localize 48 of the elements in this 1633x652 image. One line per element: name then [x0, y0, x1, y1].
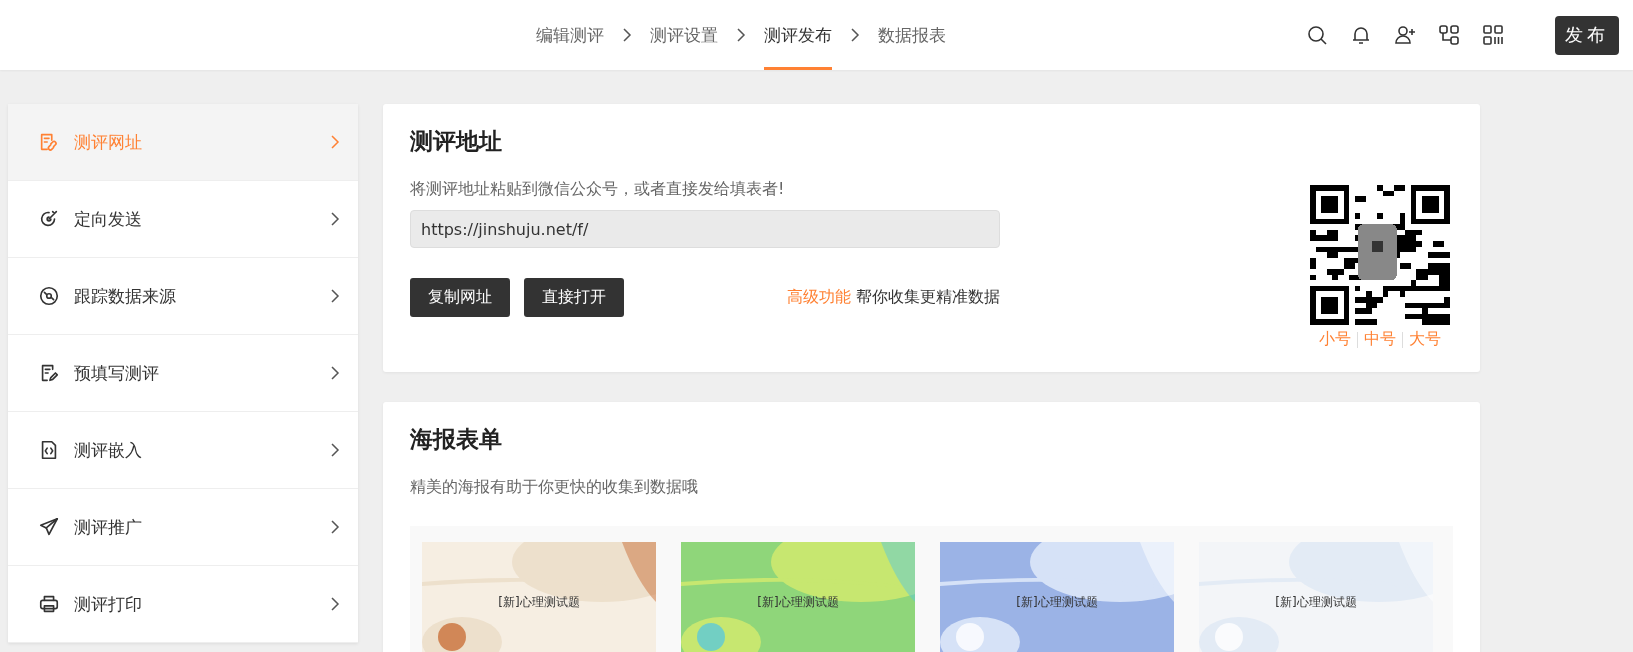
step-tab[interactable]: 编辑测评 [536, 0, 604, 70]
step-tab[interactable]: 测评发布 [764, 0, 832, 70]
compass-icon [38, 285, 60, 307]
poster-title: [新]心理测试题 [497, 594, 581, 611]
chevron-right-icon [330, 365, 340, 381]
hint-text: 将测评地址粘贴到微信公众号，或者直接发给填表者! [410, 179, 786, 200]
action-button[interactable]: 复制网址 [410, 278, 510, 317]
poster-title: [新]心理测试题 [1274, 594, 1358, 611]
sidebar-item[interactable]: 测评推广 [8, 489, 358, 566]
chevron-right-icon [330, 442, 340, 458]
url-field[interactable]: https://jinshuju.net/f/ [410, 210, 1000, 248]
document-link-icon [38, 131, 60, 153]
search-icon[interactable] [1305, 23, 1329, 47]
chevron-right-icon [330, 288, 340, 304]
sidebar-label: 预填写测评 [74, 361, 160, 385]
chevron-right-icon [850, 27, 860, 43]
promo-text: 高级功能 帮你收集更精准数据 [787, 287, 1000, 308]
sidebar-label: 测评推广 [74, 515, 143, 539]
step-tab[interactable]: 测评设置 [650, 0, 718, 70]
publish-button[interactable]: 发布 [1555, 15, 1619, 55]
printer-icon [38, 593, 60, 615]
nodes-icon[interactable] [1437, 23, 1461, 47]
sidebar-label: 跟踪数据来源 [74, 284, 177, 308]
action-button[interactable]: 直接打开 [524, 278, 624, 317]
sidebar-item[interactable]: 测评打印 [8, 566, 358, 643]
sidebar-item[interactable]: 跟踪数据来源 [8, 258, 358, 335]
card-title: 海报表单 [410, 425, 503, 454]
sidebar-item[interactable]: 测评嵌入 [8, 412, 358, 489]
add-user-icon[interactable] [1393, 23, 1417, 47]
grid-icon[interactable] [1481, 23, 1505, 47]
chevron-right-icon [330, 519, 340, 535]
step-tab[interactable]: 数据报表 [878, 0, 946, 70]
card-title: 测评地址 [410, 127, 503, 156]
sidebar-item[interactable]: 定向发送 [8, 181, 358, 258]
poster-title: [新]心理测试题 [756, 594, 840, 611]
hint-text: 精美的海报有助于你更快的收集到数据哦 [410, 477, 699, 498]
sidebar-label: 测评网址 [74, 130, 143, 154]
sidebar-item[interactable]: 预填写测评 [8, 335, 358, 412]
sidebar-label: 测评打印 [74, 592, 143, 616]
chevron-right-icon [330, 134, 340, 150]
chevron-right-icon [330, 211, 340, 227]
chevron-right-icon [330, 596, 340, 612]
paper-plane-icon [38, 516, 60, 538]
sidebar-label: 定向发送 [74, 207, 143, 231]
chevron-right-icon [736, 27, 746, 43]
chevron-right-icon [622, 27, 632, 43]
poster-title: [新]心理测试题 [1015, 594, 1099, 611]
sidebar-label: 测评嵌入 [74, 438, 143, 462]
